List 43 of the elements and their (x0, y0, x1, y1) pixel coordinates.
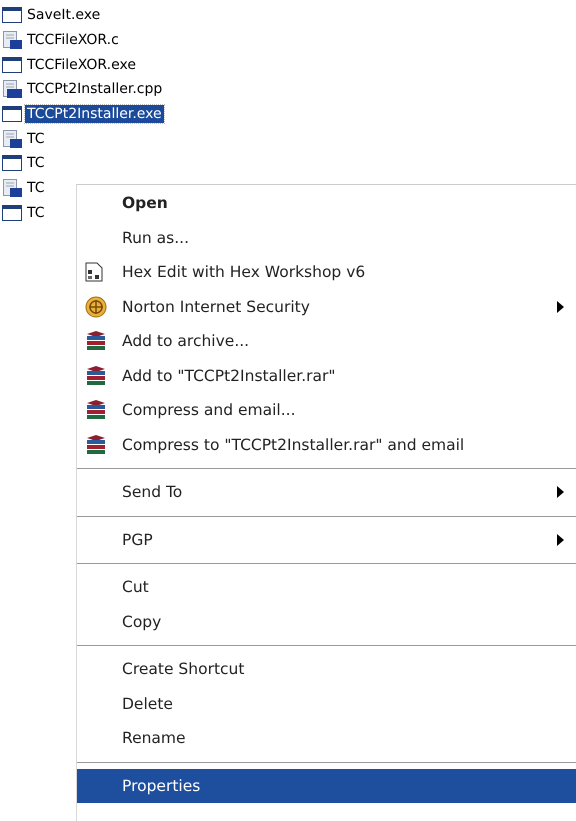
program-window-icon (2, 56, 22, 73)
file-name[interactable]: TC (25, 204, 47, 222)
source-file-icon (2, 179, 22, 198)
menu-item[interactable]: Hex Edit with Hex Workshop v6 (77, 255, 576, 290)
file-name[interactable]: TCCFileXOR.exe (25, 56, 138, 74)
submenu-arrow-icon (557, 300, 564, 313)
hex-file-icon (85, 262, 103, 282)
file-name[interactable]: TC (25, 179, 47, 198)
book-stack-icon (85, 330, 107, 352)
file-name[interactable]: TCCPt2Installer.exe (25, 105, 164, 124)
book-stack-icon (85, 434, 107, 456)
menu-item[interactable]: Run as... (77, 220, 576, 255)
file-name[interactable]: TC (25, 154, 47, 172)
menu-item[interactable]: Norton Internet Security (77, 290, 576, 324)
file-name[interactable]: TCCFileXOR.c (25, 31, 121, 50)
menu-item[interactable]: Properties (77, 768, 576, 803)
menu-item[interactable]: Send To (77, 475, 576, 510)
menu-item[interactable]: Rename (77, 721, 576, 756)
program-window-icon (2, 155, 22, 172)
program-window-icon (2, 7, 22, 24)
book-stack-icon (85, 364, 107, 387)
menu-item[interactable]: Compress to "TCCPt2Installer.rar" and email (77, 428, 576, 462)
program-window-icon (2, 106, 22, 122)
menu-item[interactable]: Compress and email... (77, 393, 576, 428)
globe-icon (85, 296, 107, 318)
source-file-icon (2, 130, 22, 148)
menu-item[interactable]: PGP (77, 522, 576, 557)
file-name[interactable]: TC (25, 130, 47, 148)
menu-item[interactable]: Cut (77, 570, 576, 604)
menu-item[interactable]: Create Shortcut (77, 652, 576, 686)
file-name[interactable]: TCCPt2Installer.cpp (25, 80, 164, 98)
menu-item[interactable]: Copy (77, 604, 576, 639)
source-file-icon (2, 80, 22, 98)
book-stack-icon (85, 399, 107, 422)
source-file-icon (2, 31, 22, 50)
menu-item[interactable]: Open (77, 186, 576, 220)
program-window-icon (2, 204, 22, 221)
menu-item[interactable]: Add to archive... (77, 324, 576, 358)
menu-item[interactable]: Delete (77, 686, 576, 721)
file-name[interactable]: SaveIt.exe (25, 6, 102, 24)
menu-item[interactable]: Add to "TCCPt2Installer.rar" (77, 358, 576, 393)
submenu-arrow-icon (557, 534, 564, 546)
submenu-arrow-icon (557, 486, 564, 498)
